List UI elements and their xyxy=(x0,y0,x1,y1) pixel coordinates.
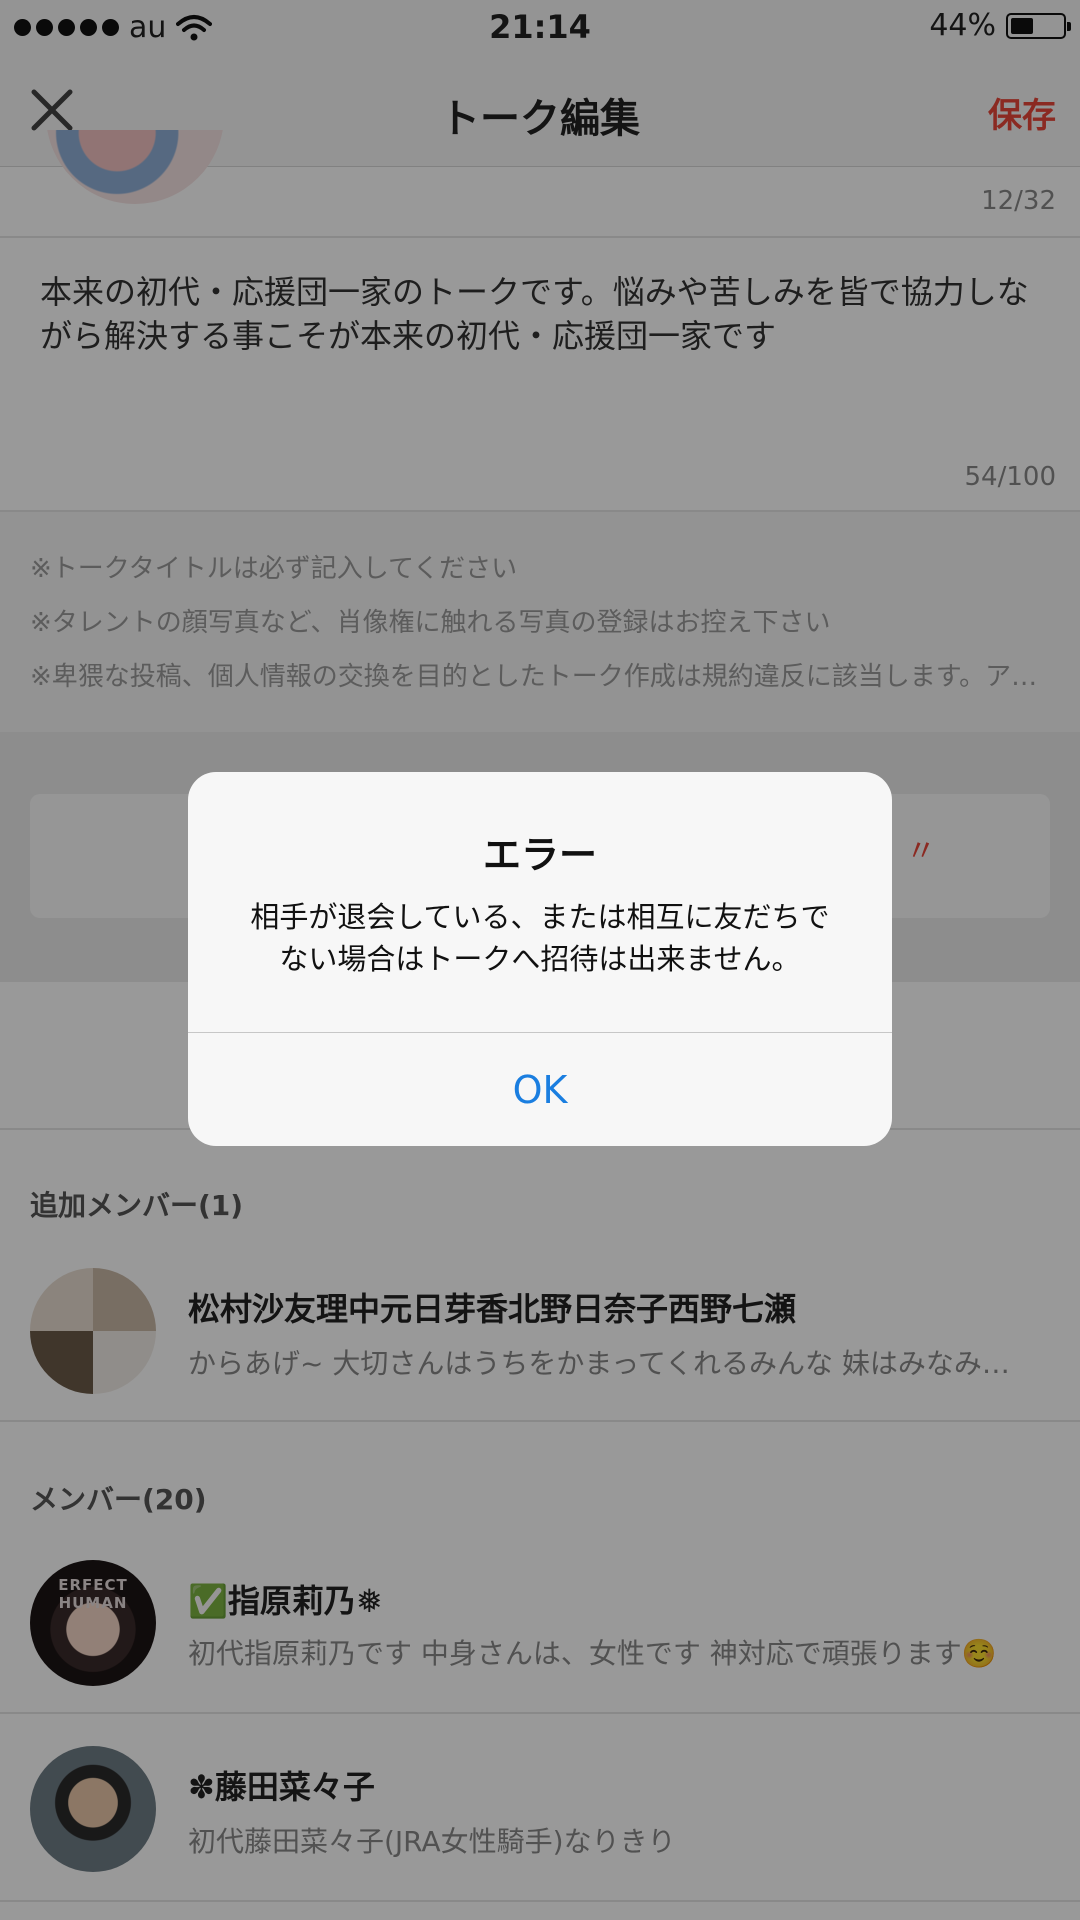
alert-message: 相手が退会している、または相互に友だちでない場合はトークへ招待は出来ません。 xyxy=(250,900,830,976)
alert-title: エラー xyxy=(482,833,597,877)
ok-button[interactable]: OK xyxy=(188,1033,892,1146)
talk-edit-screen: au 21:14 44% トーク編集 保存 12/32 本来の初代・応援団一家の… xyxy=(0,0,1080,1920)
error-alert: エラー 相手が退会している、または相互に友だちでない場合はトークへ招待は出来ませ… xyxy=(188,772,892,1146)
